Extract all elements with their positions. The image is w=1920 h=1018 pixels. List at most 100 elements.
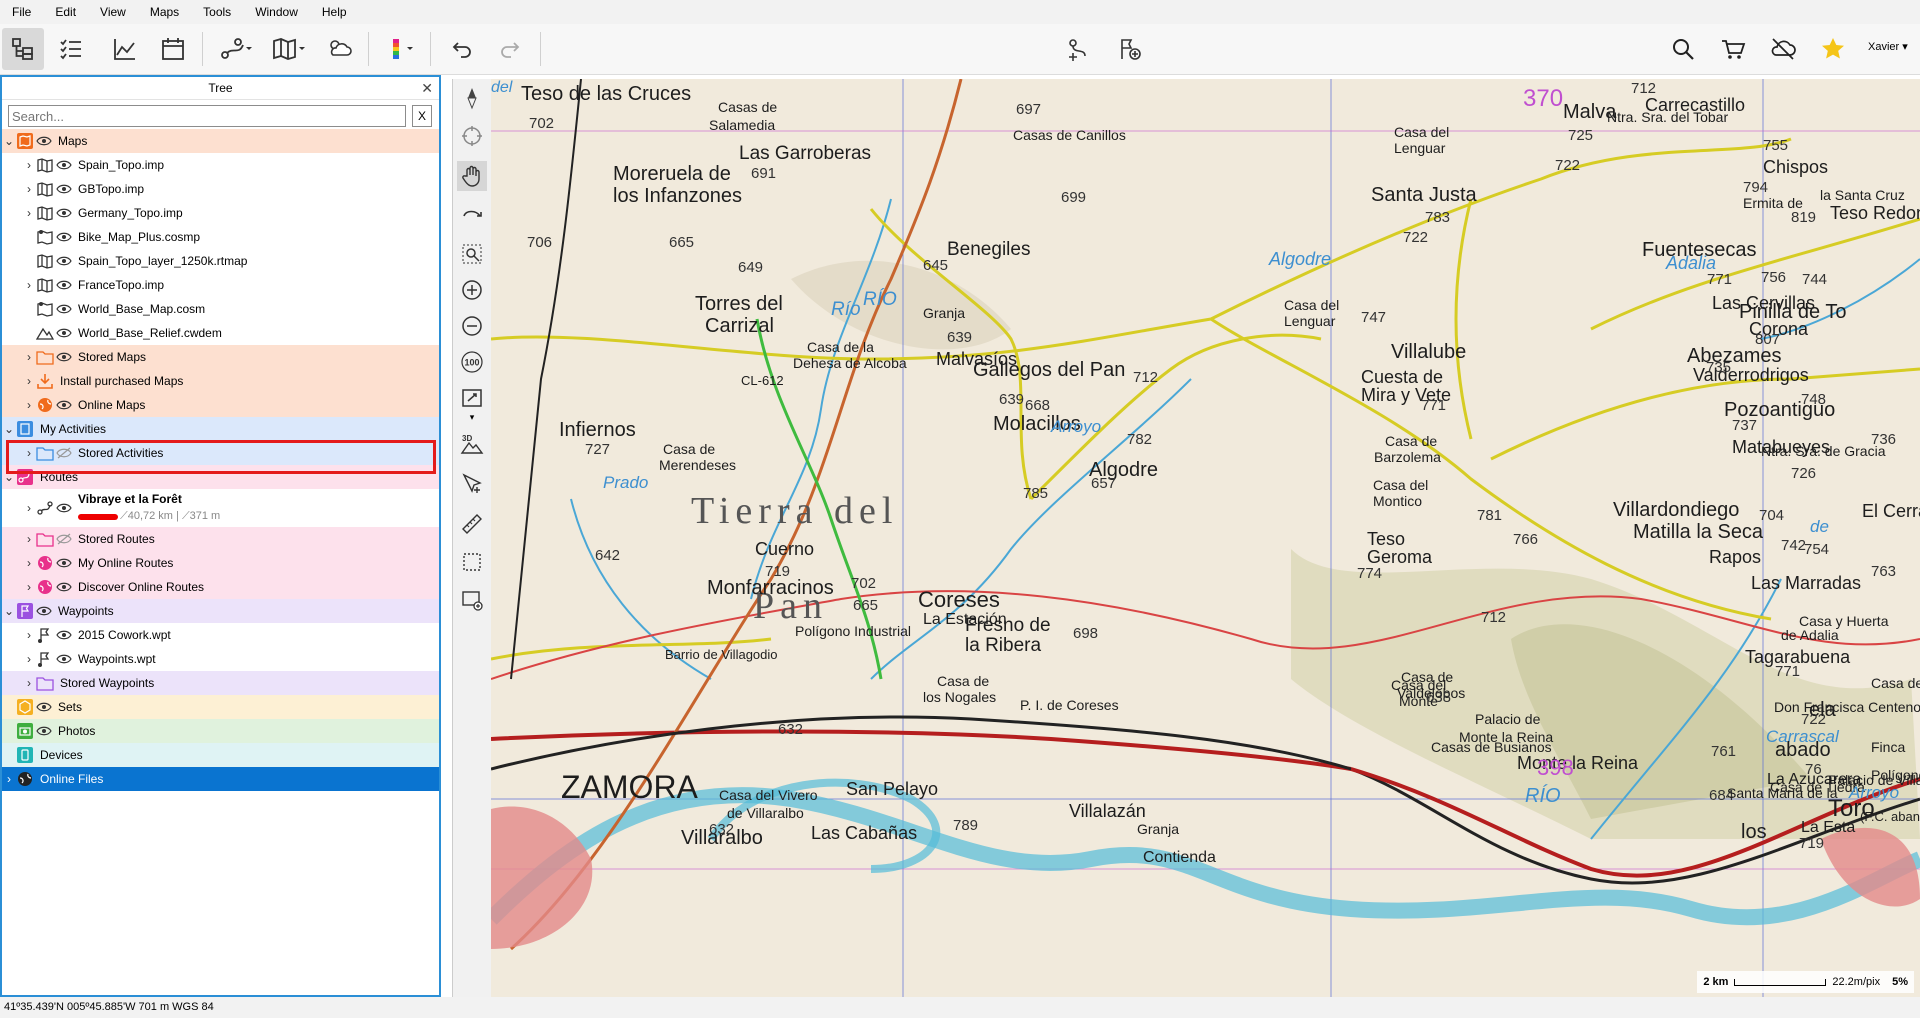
tree-section-waypoints[interactable]: ⌄ Waypoints	[2, 599, 439, 623]
tree-item-my-online-routes[interactable]: › My Online Routes	[2, 551, 439, 575]
chevron-right-icon[interactable]: ›	[22, 580, 36, 594]
menu-file[interactable]: File	[0, 0, 43, 24]
screenshot-button[interactable]	[457, 585, 487, 615]
chevron-right-icon[interactable]: ›	[22, 350, 36, 364]
chevron-right-icon[interactable]: ›	[22, 556, 36, 570]
tree-section-sets[interactable]: Sets	[2, 695, 439, 719]
zoom-100-button[interactable]: 100	[457, 347, 487, 377]
chevron-right-icon[interactable]: ›	[22, 374, 36, 388]
more-tools-arrow[interactable]: ▾	[457, 409, 487, 425]
tree-item-map[interactable]: › GBTopo.imp	[2, 177, 439, 201]
eye-icon[interactable]	[36, 135, 52, 147]
chevron-right-icon[interactable]: ›	[22, 158, 36, 172]
tree-section-devices[interactable]: Devices	[2, 743, 439, 767]
eye-icon[interactable]	[56, 351, 72, 363]
chevron-right-icon[interactable]: ›	[22, 652, 36, 666]
selection-box-button[interactable]	[457, 547, 487, 577]
eye-off-icon[interactable]	[56, 533, 72, 545]
zoom-area-button[interactable]	[457, 239, 487, 269]
chevron-right-icon[interactable]: ›	[22, 501, 36, 515]
tree-item-install-purchased-maps[interactable]: › Install purchased Maps	[2, 369, 439, 393]
chevron-down-icon[interactable]: ⌄	[2, 422, 16, 436]
map-tool-button[interactable]	[264, 28, 314, 70]
tree-item-online-maps[interactable]: › Online Maps	[2, 393, 439, 417]
chevron-right-icon[interactable]: ›	[22, 182, 36, 196]
eye-icon[interactable]	[56, 231, 72, 243]
eye-icon[interactable]	[56, 207, 72, 219]
tree-item-map[interactable]: › Spain_Topo.imp	[2, 153, 439, 177]
eye-icon[interactable]	[56, 581, 72, 593]
menu-view[interactable]: View	[88, 0, 138, 24]
tree-item-waypoint-file[interactable]: › Waypoints.wpt	[2, 647, 439, 671]
menu-maps[interactable]: Maps	[138, 0, 191, 24]
close-icon[interactable]: ✕	[421, 77, 433, 99]
eye-icon[interactable]	[56, 557, 72, 569]
eye-icon[interactable]	[36, 725, 52, 737]
chevron-right-icon[interactable]: ›	[22, 628, 36, 642]
tree-item-route[interactable]: › Vibraye et la Forêt ⟋ 40,72 km | ⟋ 371 m	[2, 489, 439, 527]
eye-icon[interactable]	[56, 159, 72, 171]
store-button[interactable]	[1712, 28, 1754, 70]
tree-section-photos[interactable]: Photos	[2, 719, 439, 743]
chevron-right-icon[interactable]: ›	[2, 772, 16, 786]
tree-item-stored-routes[interactable]: › Stored Routes	[2, 527, 439, 551]
chevron-down-icon[interactable]: ⌄	[2, 134, 16, 148]
eye-icon[interactable]	[56, 255, 72, 267]
calendar-button[interactable]	[152, 28, 194, 70]
eye-icon[interactable]	[56, 303, 72, 315]
eye-icon[interactable]	[56, 629, 72, 641]
menu-help[interactable]: Help	[310, 0, 359, 24]
tree-item-map[interactable]: Spain_Topo_layer_1250k.rtmap	[2, 249, 439, 273]
eye-icon[interactable]	[56, 502, 72, 514]
route-tool-button[interactable]	[210, 28, 260, 70]
eye-icon[interactable]	[56, 399, 72, 411]
tree-item-waypoint-file[interactable]: › 2015 Cowork.wpt	[2, 623, 439, 647]
eye-icon[interactable]	[36, 605, 52, 617]
zoom-out-button[interactable]	[457, 311, 487, 341]
undo-button[interactable]	[440, 28, 482, 70]
add-route-button[interactable]	[1058, 28, 1100, 70]
zoom-in-button[interactable]	[457, 275, 487, 305]
color-scheme-button[interactable]	[378, 28, 426, 70]
select-tool-button[interactable]	[457, 469, 487, 499]
tree-item-map[interactable]: Bike_Map_Plus.cosmp	[2, 225, 439, 249]
menu-edit[interactable]: Edit	[43, 0, 88, 24]
tree-section-online-files[interactable]: › Online Files	[2, 767, 439, 791]
3d-view-button[interactable]: 3D	[457, 429, 487, 459]
redo-button[interactable]	[490, 28, 532, 70]
user-menu[interactable]: Xavier ▾	[1868, 40, 1908, 53]
menu-window[interactable]: Window	[243, 0, 310, 24]
add-waypoint-button[interactable]	[1108, 28, 1150, 70]
eye-icon[interactable]	[56, 279, 72, 291]
chevron-right-icon[interactable]: ›	[22, 676, 36, 690]
pan-tool-button[interactable]	[457, 161, 487, 191]
chart-view-button[interactable]	[104, 28, 146, 70]
tree-item-stored-waypoints[interactable]: › Stored Waypoints	[2, 671, 439, 695]
tree-section-activities[interactable]: ⌄ My Activities	[2, 417, 439, 441]
weather-button[interactable]	[318, 28, 360, 70]
tree-item-map[interactable]: › Germany_Topo.imp	[2, 201, 439, 225]
topographic-map[interactable]: Teso de las Cruces Casas de Salamedia 702 La…	[491, 79, 1920, 997]
gps-button[interactable]	[457, 121, 487, 151]
tree-item-stored-maps[interactable]: › Stored Maps	[2, 345, 439, 369]
tree-item-map[interactable]: World_Base_Relief.cwdem	[2, 321, 439, 345]
tree-section-maps[interactable]: ⌄ Maps	[2, 129, 439, 153]
eye-icon[interactable]	[56, 653, 72, 665]
eye-icon[interactable]	[56, 183, 72, 195]
eye-icon[interactable]	[36, 701, 52, 713]
chevron-right-icon[interactable]: ›	[22, 278, 36, 292]
chevron-down-icon[interactable]: ⌄	[2, 604, 16, 618]
clear-search-button[interactable]: X	[412, 105, 432, 127]
tree-view-button[interactable]	[2, 28, 44, 70]
chevron-right-icon[interactable]: ›	[22, 532, 36, 546]
north-arrow-button[interactable]	[457, 83, 487, 113]
menu-tools[interactable]: Tools	[191, 0, 243, 24]
tree-item-map[interactable]: World_Base_Map.cosm	[2, 297, 439, 321]
sync-button[interactable]	[1762, 28, 1804, 70]
tree-item-map[interactable]: › FranceTopo.imp	[2, 273, 439, 297]
search-input[interactable]	[8, 105, 406, 127]
search-button[interactable]	[1662, 28, 1704, 70]
chevron-right-icon[interactable]: ›	[22, 398, 36, 412]
eye-icon[interactable]	[56, 327, 72, 339]
tree-item-discover-online-routes[interactable]: › Discover Online Routes	[2, 575, 439, 599]
